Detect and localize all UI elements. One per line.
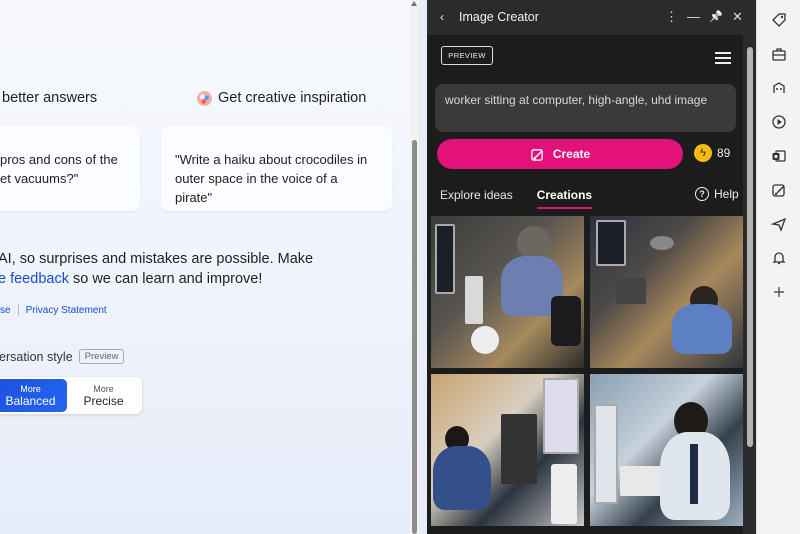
- help-label: Help: [714, 187, 739, 201]
- boost-count: 89: [717, 146, 731, 160]
- conversation-style-label: ersation style Preview: [0, 349, 125, 364]
- card-text-line: et vacuums?": [0, 171, 79, 186]
- style-balanced-button[interactable]: More Balanced: [0, 379, 67, 412]
- image-creator-panel: ‹ Image Creator ⋮ — 📌 ✕ PREVIEW worker s…: [427, 0, 756, 534]
- disclaimer-text: AI, so surprises and mistakes are possib…: [0, 249, 403, 289]
- image-creator-content: PREVIEW worker sitting at computer, high…: [427, 35, 756, 534]
- outlook-icon[interactable]: [769, 146, 789, 166]
- suggestion-card-haiku[interactable]: "Write a haiku about crocodiles in outer…: [161, 126, 392, 211]
- generated-image[interactable]: [590, 216, 743, 368]
- close-icon[interactable]: ✕: [732, 9, 743, 25]
- heading-creative-inspiration: Get creative inspiration: [197, 90, 366, 106]
- more-options-icon[interactable]: ⋮: [665, 9, 678, 25]
- card-text-line: pros and cons of the: [0, 152, 118, 167]
- tab-explore-ideas[interactable]: Explore ideas: [440, 188, 513, 202]
- panel-gap: [419, 0, 427, 534]
- create-button-label: Create: [552, 147, 591, 161]
- games-icon[interactable]: [769, 78, 789, 98]
- bell-icon[interactable]: [769, 248, 789, 268]
- generated-image[interactable]: [431, 374, 584, 526]
- image-creator-icon[interactable]: [769, 180, 789, 200]
- privacy-link[interactable]: Privacy Statement: [26, 305, 107, 316]
- pin-icon[interactable]: 📌: [709, 10, 723, 23]
- boost-bolt-icon: ϟ: [694, 144, 712, 162]
- heading-better-answers: better answers: [2, 90, 98, 106]
- panel-title: Image Creator: [459, 10, 539, 24]
- creator-tabs: Explore ideas Creations: [440, 188, 593, 209]
- play-icon[interactable]: [769, 112, 789, 132]
- scroll-up-arrow-icon[interactable]: [411, 1, 417, 6]
- preview-badge: PREVIEW: [441, 46, 493, 65]
- disclaimer-line: e feedback so we can learn and improve!: [0, 269, 403, 289]
- hamburger-menu-icon[interactable]: [715, 52, 731, 67]
- footer-links: se Privacy Statement: [0, 304, 107, 316]
- tab-creations[interactable]: Creations: [536, 188, 593, 209]
- disclaimer-rest: so we can learn and improve!: [68, 271, 263, 287]
- title-bar: ‹ Image Creator ⋮ — 📌 ✕: [427, 0, 756, 35]
- chat-scrollbar[interactable]: [410, 0, 419, 534]
- scrollbar-thumb[interactable]: [747, 47, 753, 447]
- toolbox-icon[interactable]: [769, 44, 789, 64]
- help-button[interactable]: ? Help: [695, 187, 739, 201]
- add-icon[interactable]: [769, 282, 789, 302]
- create-button[interactable]: Create: [437, 139, 683, 169]
- preview-badge: Preview: [78, 349, 125, 364]
- feedback-link[interactable]: e feedback: [0, 271, 69, 287]
- card-text-line: outer space in the voice of a pirate": [175, 171, 338, 205]
- create-brush-icon: [531, 148, 543, 161]
- heading-creative-inspiration-label: Get creative inspiration: [218, 90, 367, 106]
- minimize-icon[interactable]: —: [687, 9, 700, 24]
- generated-image[interactable]: [431, 216, 584, 368]
- boost-counter[interactable]: ϟ 89: [694, 144, 730, 162]
- card-text-line: "Write a haiku about crocodiles in: [175, 152, 368, 167]
- style-label: Precise: [83, 393, 124, 408]
- edge-sidebar: [756, 0, 800, 534]
- creator-scrollbar[interactable]: [743, 35, 756, 534]
- terms-link[interactable]: se: [0, 305, 11, 316]
- generated-image[interactable]: [590, 374, 743, 526]
- style-small-label: More: [93, 383, 114, 394]
- help-icon: ?: [695, 187, 709, 201]
- suggestion-card-vacuums[interactable]: pros and cons of the et vacuums?": [0, 126, 140, 211]
- palette-icon: [197, 90, 212, 106]
- style-small-label: More: [20, 383, 41, 394]
- conversation-style-selector: More Balanced More Precise: [0, 377, 142, 414]
- chat-panel: better answers Get creative inspiration …: [0, 0, 410, 534]
- tag-icon[interactable]: [769, 10, 789, 30]
- back-icon[interactable]: ‹: [440, 10, 444, 24]
- send-icon[interactable]: [769, 214, 789, 234]
- link-divider: [17, 304, 19, 316]
- prompt-input[interactable]: worker sitting at computer, high-angle, …: [435, 84, 736, 132]
- style-label: Balanced: [5, 393, 56, 408]
- conversation-style-text: ersation style: [0, 349, 73, 364]
- disclaimer-line: AI, so surprises and mistakes are possib…: [0, 251, 314, 267]
- creations-grid: [431, 216, 743, 528]
- style-precise-button[interactable]: More Precise: [67, 379, 140, 412]
- scrollbar-thumb[interactable]: [412, 140, 417, 534]
